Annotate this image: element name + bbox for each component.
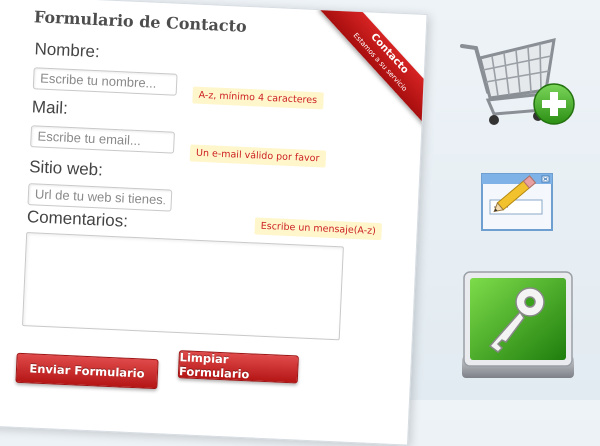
contact-form-card: Formulario de Contacto Contacto Estamos … <box>0 0 428 446</box>
comments-label: Comentarios: <box>26 207 129 231</box>
submit-button[interactable]: Enviar Formulario <box>15 352 159 390</box>
email-label: Mail: <box>31 97 69 118</box>
shopping-cart-add-icon[interactable] <box>458 18 578 136</box>
form-title: Formulario de Contacto <box>33 7 248 36</box>
comments-textarea[interactable] <box>21 232 344 341</box>
edit-window-pencil-icon[interactable] <box>478 168 558 234</box>
name-label: Nombre: <box>34 39 101 62</box>
name-hint: A-z, mínimo 4 caracteres <box>192 86 324 110</box>
name-input[interactable] <box>32 67 178 96</box>
green-key-icon[interactable] <box>458 268 578 386</box>
reset-button[interactable]: Limpiar Formulario <box>177 350 299 384</box>
website-label: Sitio web: <box>28 157 104 180</box>
comments-hint: Escribe un mensaje(A-z) <box>254 217 383 241</box>
email-hint: Un e-mail válido por favor <box>189 144 326 168</box>
contact-ribbon: Contacto Estamos a su servicio <box>319 0 428 128</box>
email-input[interactable] <box>30 125 175 154</box>
ribbon-subtitle: Estamos a su servicio <box>351 31 409 93</box>
